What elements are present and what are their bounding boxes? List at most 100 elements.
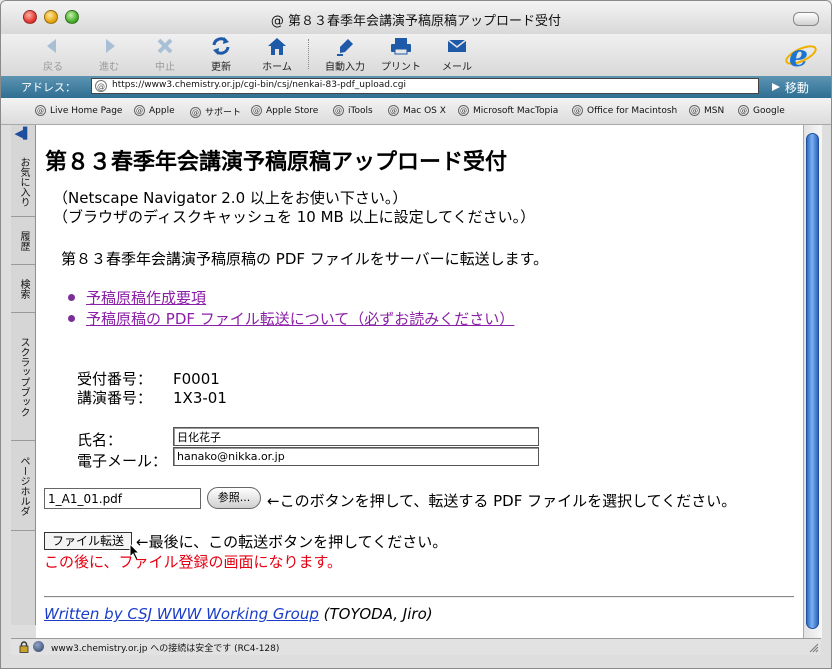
lecture-number-value: 1X3-01	[173, 389, 227, 407]
tab-search[interactable]: 検索	[11, 265, 35, 313]
tab-history[interactable]: 履歴	[11, 217, 35, 265]
favorite-item[interactable]: @ iTools	[333, 105, 373, 119]
favorite-item[interactable]: @ Live Home Page	[35, 105, 122, 119]
status-bar: www3.chemistry.or.jp への接続は安全です (RC4-128)	[11, 638, 821, 655]
pdf-transfer-guide-link[interactable]: 予稿原稿の PDF ファイル転送について（必ずお読みください）	[86, 310, 514, 328]
url-favicon-icon: @	[95, 80, 107, 92]
browser-window: @ 第８３春季年会講演予稿原稿アップロード受付 戻る 進む 中止 更新 ホーム …	[0, 0, 832, 669]
back-button[interactable]: 戻る	[25, 36, 81, 74]
mail-button[interactable]: メール	[429, 36, 485, 74]
favorite-item[interactable]: @ Google	[738, 105, 785, 119]
stop-button[interactable]: 中止	[137, 36, 193, 74]
toolbar: 戻る 進む 中止 更新 ホーム 自動入力 プリント メール e	[1, 34, 831, 76]
name-field[interactable]	[173, 427, 539, 446]
address-input[interactable]: @ https://www3.chemistry.or.jp/cgi-bin/c…	[91, 78, 759, 94]
svg-text:e: e	[789, 39, 808, 72]
collapse-toolbar-button[interactable]	[793, 12, 819, 26]
receipt-number-label: 受付番号：	[77, 370, 153, 388]
favorite-item[interactable]: @ Mac OS X	[388, 105, 446, 119]
favorite-label: Microsoft MacTopia	[473, 106, 559, 116]
explorer-bar-toggle-icon[interactable]: ◀▌	[13, 127, 33, 141]
favorite-label: サポート	[205, 108, 242, 118]
footer: Written by CSJ WWW Working Group (TOYODA…	[44, 605, 433, 623]
toolbar-separator	[308, 39, 310, 69]
lecture-number-label: 講演番号：	[77, 389, 153, 407]
favorite-label: Mac OS X	[403, 106, 446, 116]
refresh-button[interactable]: 更新	[193, 36, 249, 74]
globe-icon	[33, 641, 44, 652]
forward-label: 進む	[99, 62, 119, 73]
guidelines-link[interactable]: 予稿原稿作成要項	[86, 289, 206, 307]
file-path-field[interactable]	[44, 488, 201, 509]
favorite-item[interactable]: @ Microsoft MacTopia	[458, 105, 558, 119]
submit-help-text: ←最後に、この転送ボタンを押してください。	[136, 533, 448, 551]
browse-button[interactable]: 参照...	[207, 487, 261, 509]
email-field[interactable]	[173, 447, 539, 466]
favorite-icon: @	[333, 105, 344, 116]
print-button[interactable]: プリント	[373, 36, 429, 74]
home-button[interactable]: ホーム	[249, 36, 305, 74]
mail-icon	[429, 36, 485, 58]
favorite-item[interactable]: @ サポート	[190, 105, 241, 119]
refresh-icon	[193, 36, 249, 58]
window-title: @ 第８３春季年会講演予稿原稿アップロード受付	[270, 14, 562, 29]
autofill-button[interactable]: 自動入力	[317, 36, 373, 74]
refresh-label: 更新	[211, 62, 231, 73]
go-arrow-icon	[772, 83, 780, 91]
forward-button[interactable]: 進む	[81, 36, 137, 74]
resize-grip-icon[interactable]	[807, 641, 819, 653]
go-button[interactable]: 移動	[771, 79, 809, 96]
favorite-icon: @	[738, 105, 749, 116]
page-content: 第８３春季年会講演予稿原稿アップロード受付 （Netscape Navigato…	[36, 125, 803, 638]
status-text: www3.chemistry.or.jp への接続は安全です (RC4-128)	[51, 644, 280, 654]
print-icon	[373, 36, 429, 58]
intro-text: 第８３春季年会講演予稿原稿の PDF ファイルをサーバーに転送します。	[61, 250, 549, 268]
tab-favorites[interactable]: お気に入り	[11, 147, 35, 217]
favorite-item[interactable]: @ Apple Store	[251, 105, 318, 119]
print-label: プリント	[381, 62, 421, 73]
forward-arrow-icon	[81, 36, 137, 58]
address-bar: アドレス： @ https://www3.chemistry.or.jp/cgi…	[1, 76, 831, 98]
favorite-item[interactable]: @ Apple	[134, 105, 175, 119]
horizontal-rule	[44, 596, 794, 598]
name-label: 氏名：	[77, 431, 123, 449]
list-item: 予稿原稿の PDF ファイル転送について（必ずお読みください）	[68, 308, 514, 329]
favorite-icon: @	[251, 105, 262, 116]
favorite-label: Live Home Page	[50, 106, 123, 116]
scrollbar-thumb[interactable]	[806, 133, 819, 629]
favorite-icon: @	[35, 105, 46, 116]
home-icon	[249, 36, 305, 58]
favorite-icon: @	[458, 105, 469, 116]
browse-help-text: ←このボタンを押して、転送する PDF ファイルを選択してください。	[267, 492, 737, 510]
title-bar: @ 第８３春季年会講演予稿原稿アップロード受付	[1, 1, 831, 35]
favorite-item[interactable]: @ MSN	[689, 105, 724, 119]
email-label: 電子メール：	[77, 452, 168, 470]
autofill-label: 自動入力	[325, 62, 365, 73]
list-item: 予稿原稿作成要項	[68, 287, 514, 308]
stop-icon	[137, 36, 193, 58]
file-transfer-button[interactable]: ファイル転送	[44, 532, 132, 550]
back-label: 戻る	[43, 62, 63, 73]
guide-links: 予稿原稿作成要項 予稿原稿の PDF ファイル転送について（必ずお読みください）	[68, 287, 514, 329]
back-arrow-icon	[25, 36, 81, 58]
favorite-label: iTools	[348, 106, 373, 116]
favorite-icon: @	[190, 107, 201, 118]
favorite-label: MSN	[704, 106, 725, 116]
favorites-bar: @ Live Home Page @ Apple @ サポート @ Apple Stor…	[1, 98, 831, 125]
note-cache: （ブラウザのディスクキャッシュを 10 MB 以上に設定してください。）	[53, 208, 536, 226]
favorite-label: Apple	[149, 106, 175, 116]
page-title: 第８３春季年会講演予稿原稿アップロード受付	[45, 150, 508, 175]
tab-page-holder[interactable]: ページホルダ	[11, 441, 35, 531]
receipt-number-row: 受付番号： F0001	[77, 368, 220, 389]
favorite-item[interactable]: @ Office for Macintosh	[572, 105, 677, 119]
lecture-number-row: 講演番号： 1X3-01	[77, 387, 227, 408]
address-url: https://www3.chemistry.or.jp/cgi-bin/csj…	[112, 80, 406, 90]
stop-label: 中止	[155, 62, 175, 73]
vertical-scrollbar[interactable]	[803, 125, 822, 638]
favorite-icon: @	[572, 105, 583, 116]
favorite-label: Google	[753, 106, 785, 116]
mail-label: メール	[442, 62, 472, 73]
tab-scrapbook[interactable]: スクラップブック	[11, 313, 35, 441]
working-group-link[interactable]: Written by CSJ WWW Working Group	[44, 605, 319, 623]
favorite-icon: @	[388, 105, 399, 116]
